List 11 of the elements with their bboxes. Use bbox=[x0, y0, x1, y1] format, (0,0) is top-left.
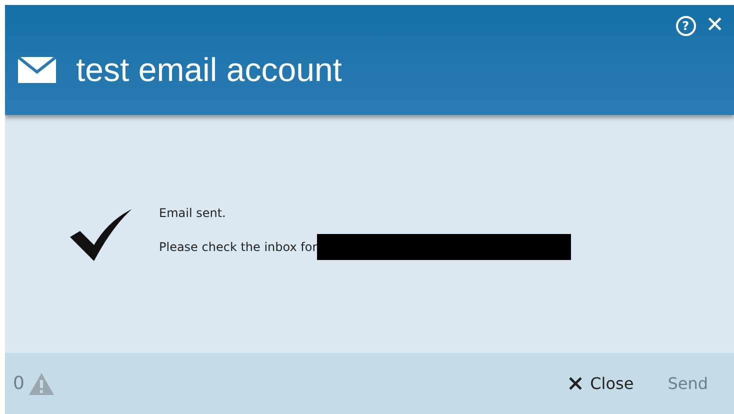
window-title: test email account bbox=[76, 51, 342, 89]
help-button[interactable]: ? bbox=[676, 16, 696, 36]
close-icon bbox=[568, 376, 584, 391]
footer-button[interactable]: Close bbox=[560, 370, 642, 397]
message-text: Please check the inbox for bbox=[159, 240, 318, 254]
checkmark-icon bbox=[68, 207, 134, 263]
warning-icon bbox=[28, 372, 56, 396]
warning-count: 0 bbox=[13, 373, 24, 394]
envelope-icon bbox=[18, 57, 56, 83]
message-text: Email sent. bbox=[159, 206, 226, 220]
close-icon-button[interactable]: ✕ bbox=[706, 16, 724, 35]
